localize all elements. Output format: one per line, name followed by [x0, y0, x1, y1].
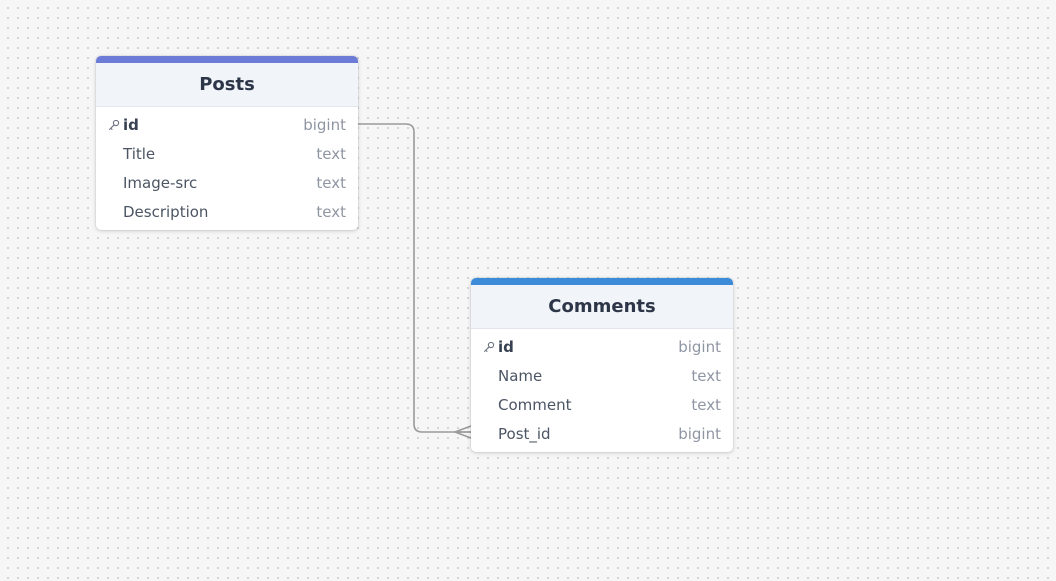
crows-foot-icon [452, 425, 472, 439]
field-row-image-src[interactable]: Image-src text [96, 168, 358, 197]
table-posts[interactable]: Posts id bigint Title text Image-src tex… [96, 56, 358, 230]
table-accent-bar [96, 56, 358, 63]
field-row-id[interactable]: id bigint [96, 110, 358, 139]
field-name: Description [123, 202, 209, 221]
field-row-name[interactable]: Name text [471, 361, 733, 390]
field-type: text [691, 395, 721, 414]
table-title: Posts [199, 74, 255, 95]
field-type: text [316, 202, 346, 221]
field-type: text [691, 366, 721, 385]
field-row-comment[interactable]: Comment text [471, 390, 733, 419]
key-icon [108, 119, 123, 131]
table-title: Comments [548, 296, 656, 317]
field-name: Name [498, 366, 543, 385]
field-type: text [316, 144, 346, 163]
field-row-post-id[interactable]: Post_id bigint [471, 419, 733, 448]
key-icon [483, 341, 498, 353]
table-comments[interactable]: Comments id bigint Name text Comment tex… [471, 278, 733, 452]
table-header[interactable]: Comments [471, 285, 733, 329]
field-row-description[interactable]: Description text [96, 197, 358, 226]
table-header[interactable]: Posts [96, 63, 358, 107]
field-name: Title [123, 144, 156, 163]
field-type: bigint [303, 115, 346, 134]
field-list: id bigint Title text Image-src text Desc… [96, 107, 358, 230]
field-name: Image-src [123, 173, 198, 192]
field-name: Comment [498, 395, 572, 414]
field-name: id [498, 337, 514, 356]
relationship-line[interactable] [357, 123, 471, 433]
field-row-id[interactable]: id bigint [471, 332, 733, 361]
field-list: id bigint Name text Comment text Post_id… [471, 329, 733, 452]
field-type: bigint [678, 337, 721, 356]
table-accent-bar [471, 278, 733, 285]
field-name: id [123, 115, 139, 134]
field-type: bigint [678, 424, 721, 443]
field-name: Post_id [498, 424, 551, 443]
diagram-canvas[interactable]: Posts id bigint Title text Image-src tex… [0, 0, 1056, 581]
field-row-title[interactable]: Title text [96, 139, 358, 168]
field-type: text [316, 173, 346, 192]
